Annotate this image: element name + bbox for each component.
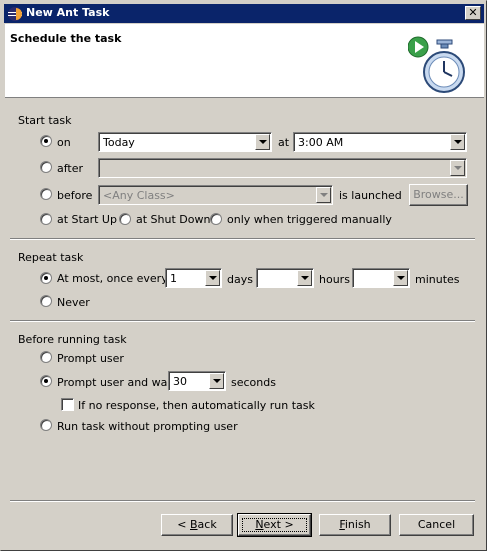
repeat-hours-combo[interactable] — [256, 268, 314, 288]
start-shutdown-radio[interactable] — [119, 213, 131, 225]
chevron-down-icon[interactable] — [205, 270, 220, 286]
back-rest: ack — [197, 518, 217, 531]
section-divider — [10, 320, 475, 322]
prompt-user-label: Prompt user — [57, 352, 124, 365]
start-after-label: after — [57, 162, 84, 175]
title-bar[interactable]: New Ant Task ✕ — [4, 4, 484, 23]
prompt-wait-label: Prompt user and wait — [57, 376, 175, 389]
start-time-value: 3:00 AM — [298, 136, 344, 149]
finish-button[interactable]: Finish — [319, 514, 391, 536]
after-task-combo[interactable] — [98, 158, 467, 178]
next-button[interactable]: Next > — [237, 513, 312, 537]
chevron-down-icon[interactable] — [255, 134, 270, 150]
prompt-seconds-value: 30 — [173, 375, 187, 388]
chevron-down-icon[interactable] — [393, 270, 408, 286]
repeat-task-heading: Repeat task — [18, 251, 84, 264]
back-mnemonic: B — [190, 518, 198, 531]
at-most-label: At most, once every — [57, 272, 168, 285]
never-label: Never — [57, 296, 90, 309]
before-class-value: <Any Class> — [103, 189, 175, 202]
chevron-down-icon[interactable] — [450, 160, 465, 176]
before-running-heading: Before running task — [18, 333, 127, 346]
chevron-down-icon[interactable] — [316, 187, 331, 203]
repeat-days-value: 1 — [170, 272, 177, 285]
is-launched-label: is launched — [339, 189, 402, 202]
start-manual-radio[interactable] — [210, 213, 222, 225]
close-icon: ✕ — [468, 6, 478, 19]
run-without-prompt-radio[interactable] — [40, 419, 52, 431]
start-on-label: on — [57, 136, 71, 149]
start-before-label: before — [57, 189, 93, 202]
button-bar-divider — [10, 500, 475, 502]
eclipse-icon — [8, 7, 22, 21]
repeat-at-most-radio[interactable] — [40, 272, 52, 284]
repeat-minutes-combo[interactable] — [352, 268, 410, 288]
start-on-radio[interactable] — [40, 135, 52, 147]
prompt-wait-radio[interactable] — [40, 375, 52, 387]
wizard-banner: Schedule the task — [5, 24, 484, 98]
close-button[interactable]: ✕ — [465, 6, 481, 20]
run-without-prompt-label: Run task without prompting user — [57, 420, 238, 433]
chevron-down-icon[interactable] — [450, 134, 465, 150]
chevron-down-icon[interactable] — [209, 373, 224, 389]
back-button[interactable]: < Back — [161, 514, 233, 536]
chevron-down-icon[interactable] — [297, 270, 312, 286]
start-task-heading: Start task — [18, 114, 72, 127]
new-ant-task-dialog: New Ant Task ✕ Schedule the task Start t… — [0, 0, 487, 551]
before-class-combo[interactable]: <Any Class> — [98, 185, 333, 205]
seconds-label: seconds — [231, 376, 276, 389]
shutdown-label: at Shut Down — [136, 213, 211, 226]
window-title: New Ant Task — [26, 6, 110, 19]
back-prefix: < — [177, 518, 190, 531]
startup-label: at Start Up — [57, 213, 117, 226]
minutes-label: minutes — [415, 273, 460, 286]
finish-rest: inish — [344, 518, 371, 531]
days-label: days — [227, 273, 253, 286]
start-day-value: Today — [103, 136, 135, 149]
prompt-user-radio[interactable] — [40, 351, 52, 363]
start-startup-radio[interactable] — [40, 213, 52, 225]
start-time-combo[interactable]: 3:00 AM — [293, 132, 467, 152]
repeat-days-combo[interactable]: 1 — [165, 268, 222, 288]
start-before-radio[interactable] — [40, 188, 52, 200]
auto-run-label: If no response, then automatically run t… — [78, 399, 315, 412]
hours-label: hours — [319, 273, 350, 286]
auto-run-checkbox[interactable] — [61, 398, 74, 411]
prompt-seconds-combo[interactable]: 30 — [168, 371, 226, 391]
manual-label: only when triggered manually — [227, 213, 392, 226]
repeat-never-radio[interactable] — [40, 295, 52, 307]
focus-ring — [242, 518, 307, 532]
stopwatch-icon — [408, 36, 465, 93]
page-title: Schedule the task — [10, 32, 122, 45]
start-day-combo[interactable]: Today — [98, 132, 272, 152]
at-label: at — [278, 136, 290, 149]
cancel-button[interactable]: Cancel — [399, 514, 474, 536]
browse-button[interactable]: Browse... — [409, 184, 468, 206]
section-divider — [10, 238, 475, 240]
start-after-radio[interactable] — [40, 161, 52, 173]
